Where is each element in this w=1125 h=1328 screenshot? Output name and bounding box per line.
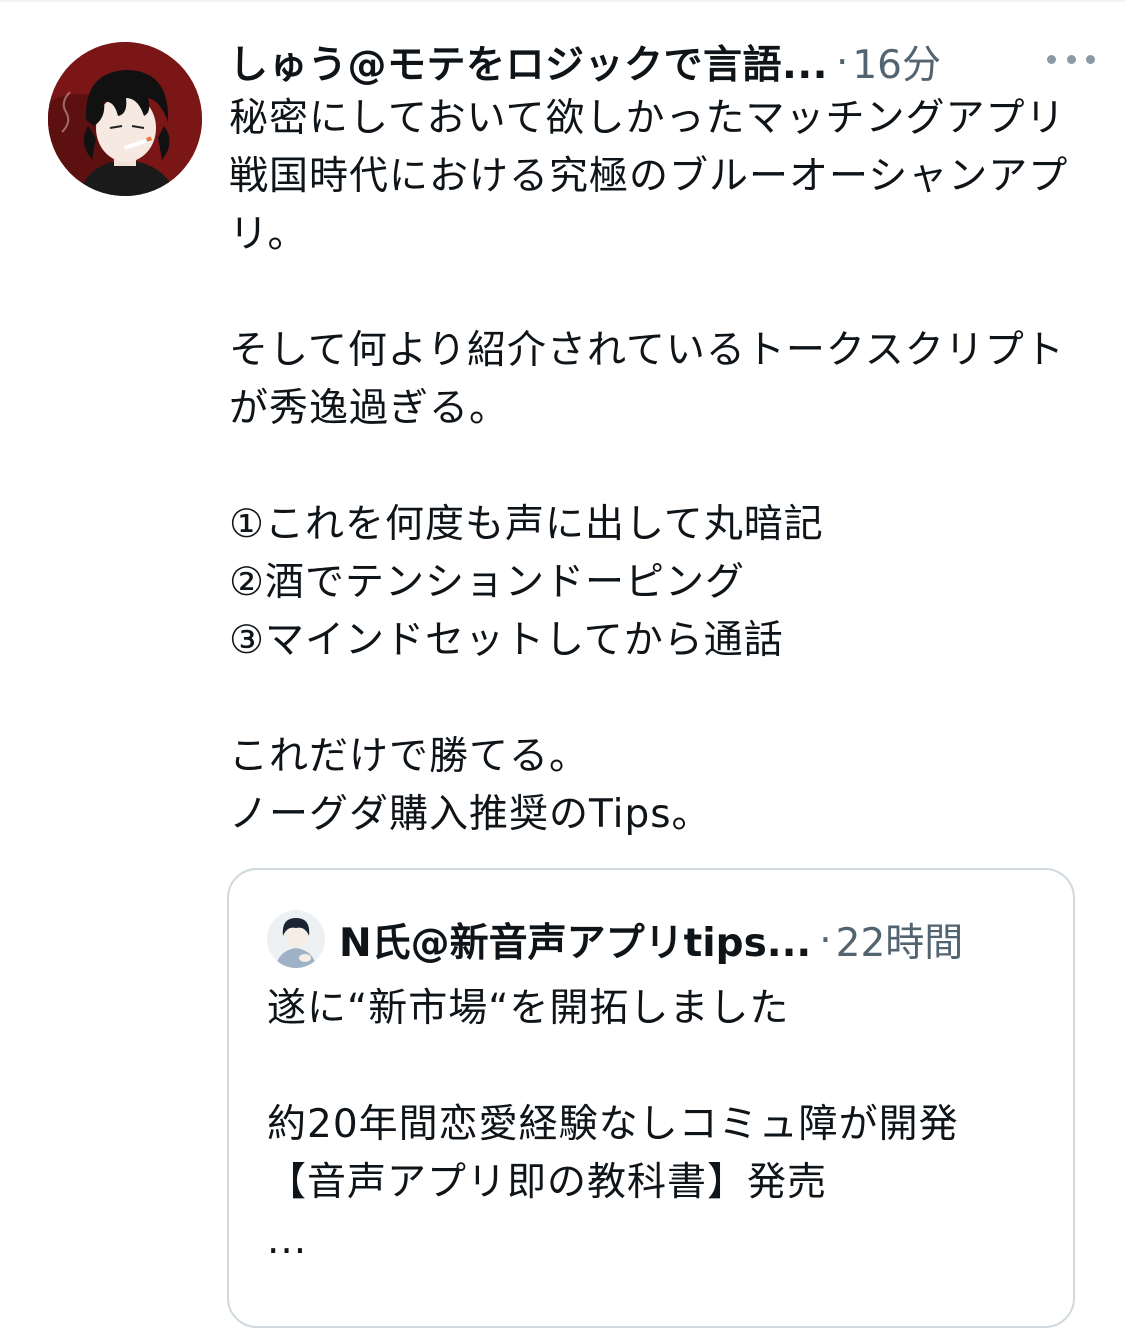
quoted-tweet-card[interactable]: N氏@新音声アプリtips... · 22時間 遂に“新市場“を開拓しました 約… — [227, 868, 1075, 1328]
more-horizontal-icon-dot — [1066, 54, 1076, 64]
quoted-tweet-header: N氏@新音声アプリtips... · 22時間 — [339, 910, 963, 970]
tweet[interactable]: しゅう@モテをロジックで言語... · 16分 秘密にしておいて欲しかったマッチ… — [0, 0, 1125, 1328]
tweet-timestamp[interactable]: 16分 — [852, 34, 941, 90]
avatar-illustration — [48, 42, 202, 196]
author-avatar[interactable] — [48, 42, 202, 196]
quoted-tweet-timestamp: 22時間 — [835, 921, 964, 966]
author-display-name[interactable]: しゅう@モテをロジックで言語... — [229, 34, 828, 90]
quoted-header-separator: · — [819, 917, 832, 963]
header-separator: · — [835, 39, 849, 85]
tweet-body-text: 秘密にしておいて欲しかったマッチングアプリ戦国時代における究極のブルーオーシャン… — [229, 96, 1069, 837]
quoted-tweet-body-text: 遂に“新市場“を開拓しました 約20年間恋愛経験なしコミュ障が開発 【音声アプリ… — [267, 986, 959, 1263]
quoted-author-display-name: N氏@新音声アプリtips... — [339, 921, 812, 966]
quoted-author-avatar — [267, 910, 325, 968]
tweet-header: しゅう@モテをロジックで言語... · 16分 — [229, 32, 1069, 92]
more-horizontal-icon-dot — [1086, 54, 1095, 64]
more-options-button[interactable] — [1047, 44, 1095, 74]
quoted-avatar-illustration — [267, 910, 325, 968]
more-horizontal-icon-dot — [1047, 54, 1056, 64]
